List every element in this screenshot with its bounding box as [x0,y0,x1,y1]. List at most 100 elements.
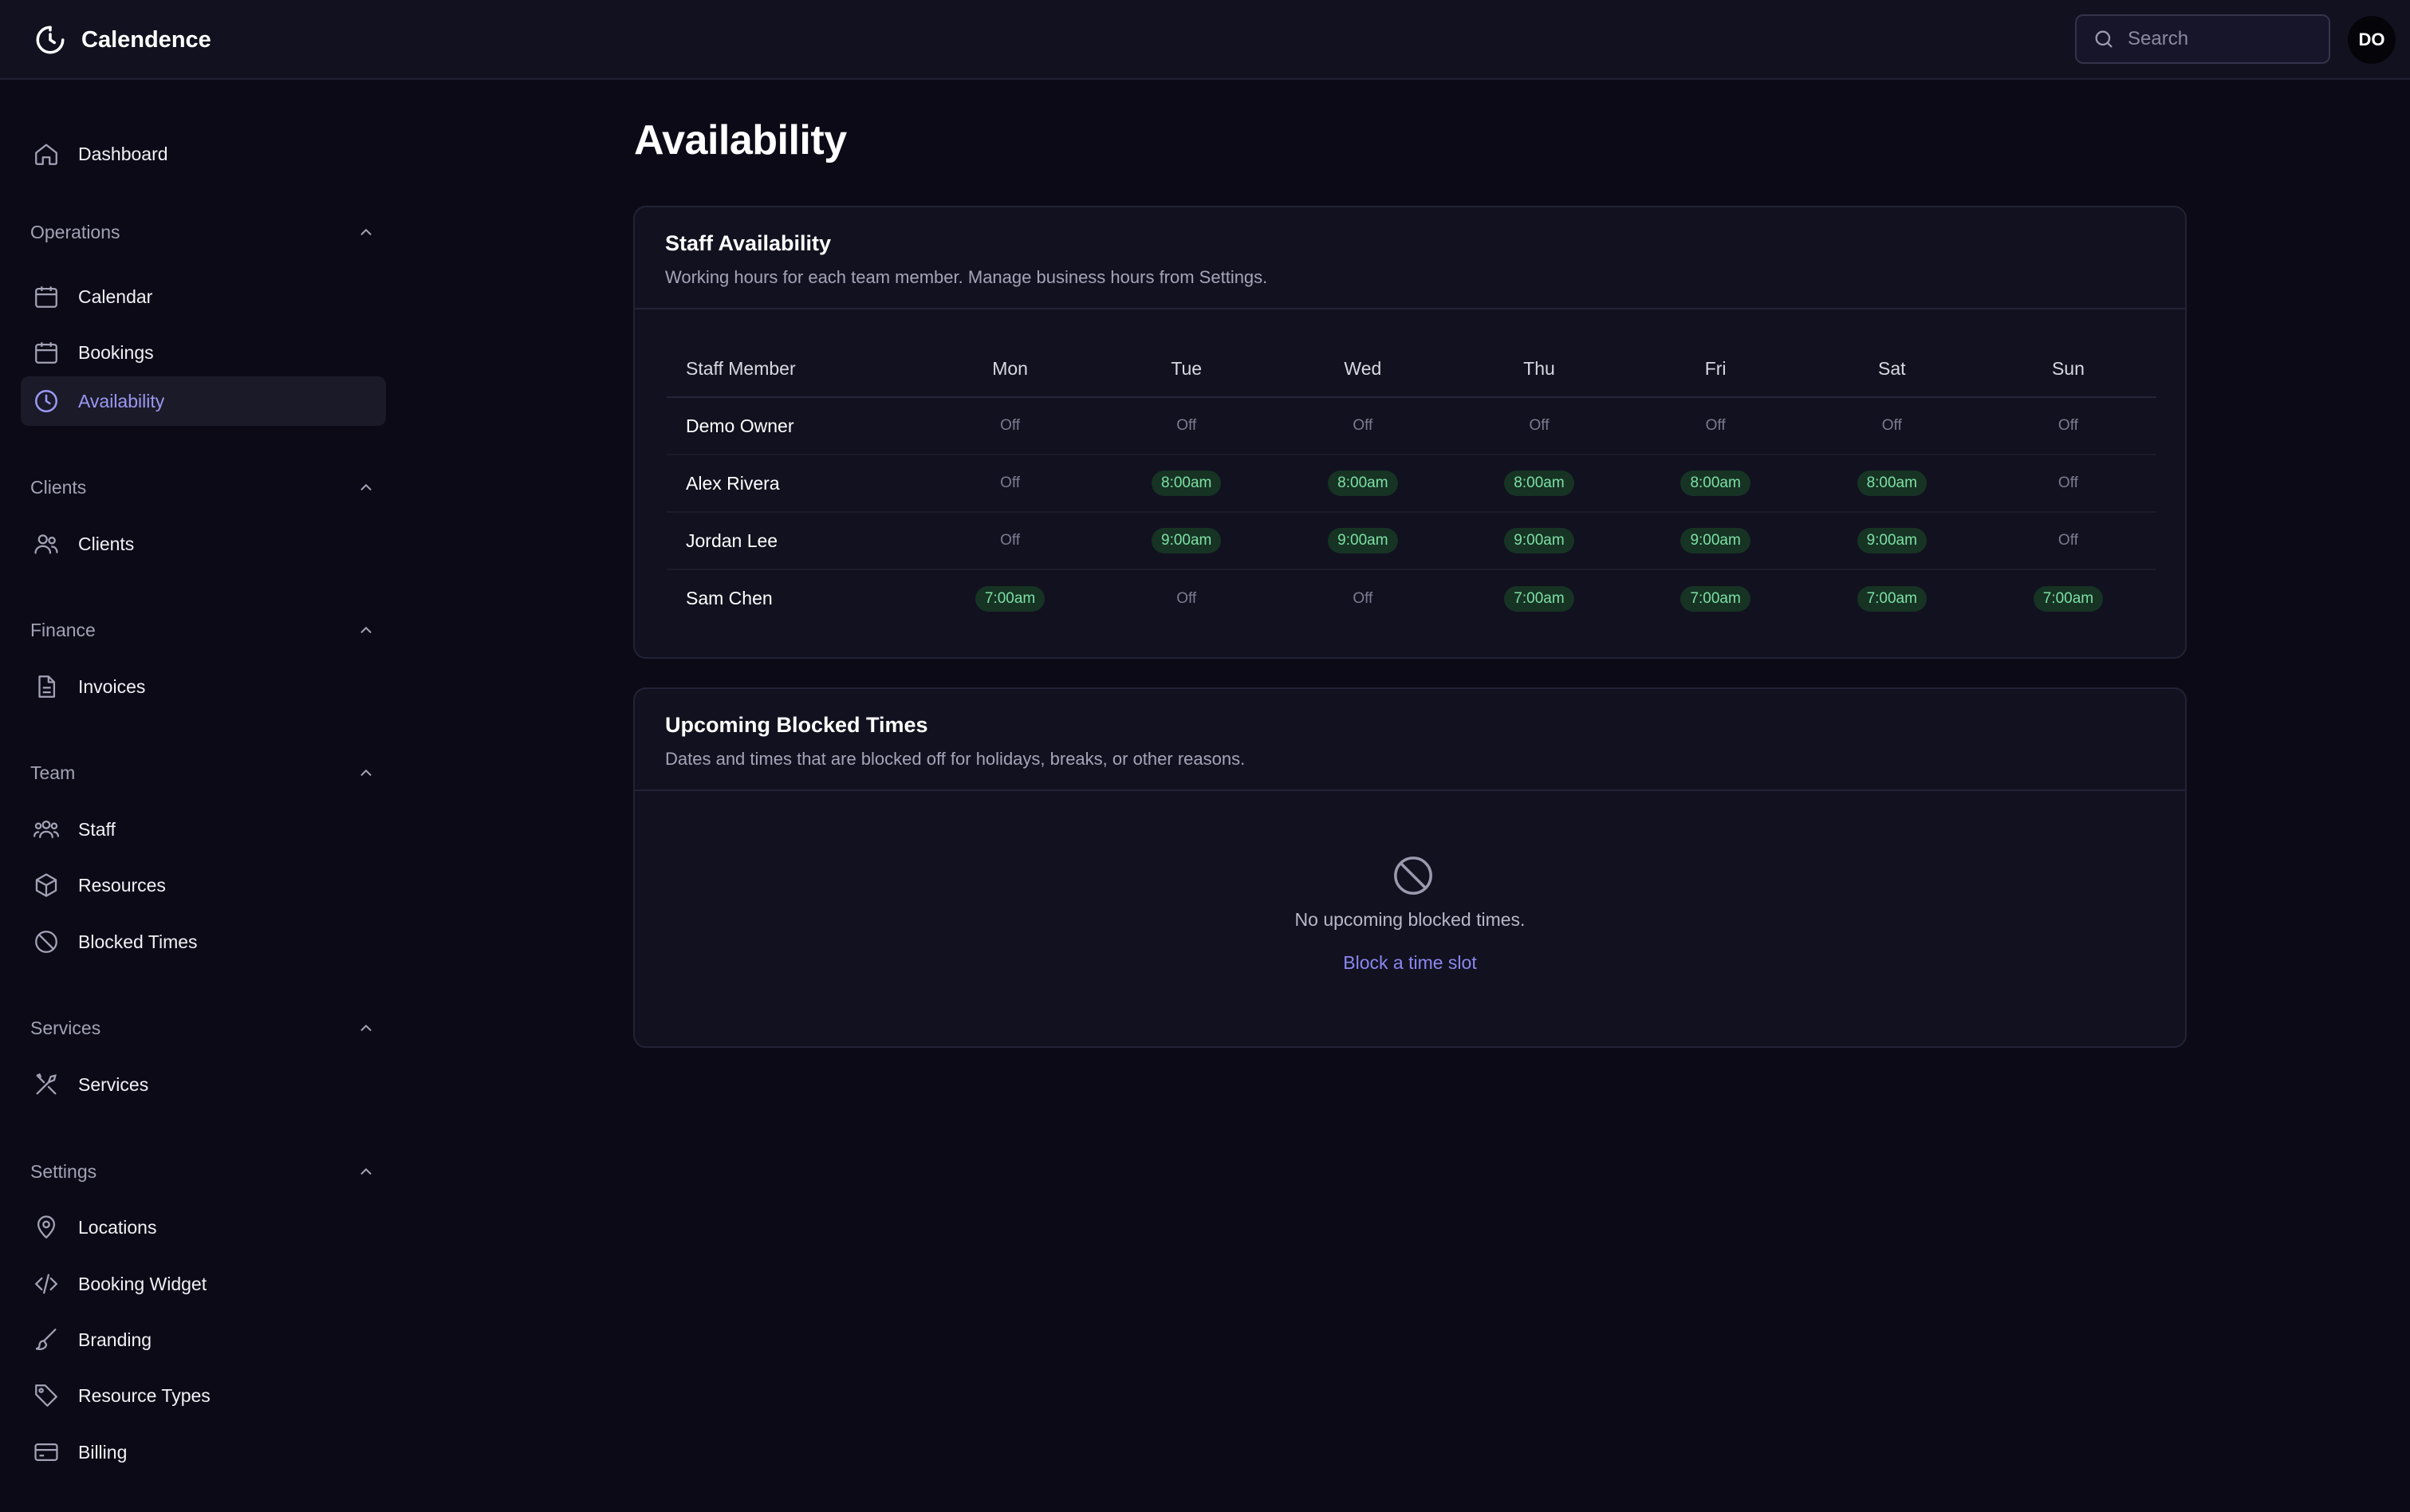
start-time-badge: 9:00am [1328,528,1398,553]
day-cell: Off [1098,397,1275,455]
credit-card-icon [32,1438,61,1467]
start-time-badge: 8:00am [1504,471,1574,496]
sidebar-item-label: Clients [78,533,135,554]
sidebar-item-resource-types[interactable]: Resource Types [21,1371,386,1420]
block-time-slot-link[interactable]: Block a time slot [635,952,2185,974]
day-cell: Off [1274,397,1451,455]
day-cell: 9:00am [1098,512,1275,570]
user-avatar[interactable]: DO [2348,16,2396,64]
section-settings[interactable]: Settings [30,1156,375,1187]
section-operations[interactable]: Operations [30,216,375,248]
start-time-badge: 8:00am [1680,471,1750,496]
tag-icon [32,1381,61,1410]
calendar-icon [32,338,61,367]
sidebar-item-branding[interactable]: Branding [21,1315,386,1364]
start-time-badge: 8:00am [1152,471,1222,496]
sidebar-item-label: Availability [78,390,165,411]
logo-icon [36,26,65,54]
section-title: Finance [30,619,96,640]
table-header-row: Staff Member Mon Tue Wed Thu Fri Sat Sun [667,341,2156,398]
sidebar-item-label: Resource Types [78,1384,211,1406]
off-label: Off [1881,417,1902,434]
section-team[interactable]: Team [30,757,375,789]
section-title: Settings [30,1160,97,1182]
chevron-up-icon [360,228,372,235]
off-label: Off [2058,532,2078,549]
column-header: Mon [922,341,1099,398]
start-time-badge: 8:00am [1328,471,1398,496]
app-name: Calendence [81,26,211,53]
availability-table: Staff Member Mon Tue Wed Thu Fri Sat Sun… [667,341,2156,627]
sidebar: Dashboard Operations Calendar Bookings A… [0,80,399,1512]
day-cell: 8:00am [1451,455,1628,513]
table-row: Jordan Lee Off 9:00am 9:00am 9:00am 9:00am 9:0… [667,512,2156,570]
tools-icon [32,1070,61,1099]
sidebar-item-bookings[interactable]: Bookings [21,328,386,377]
sidebar-item-billing[interactable]: Billing [21,1427,386,1477]
sidebar-item-dashboard[interactable]: Dashboard [21,129,386,179]
start-time-badge: 7:00am [1857,585,1927,612]
start-time-badge: 7:00am [1504,585,1574,612]
column-header: Fri [1627,341,1804,398]
start-time-badge: 9:00am [1504,528,1574,553]
day-cell: 8:00am [1803,455,1980,513]
search-box[interactable] [2075,14,2330,64]
sidebar-item-label: Services [78,1073,149,1095]
brand[interactable]: Calendence [33,19,211,61]
sidebar-item-availability[interactable]: Availability [21,376,386,426]
search-input[interactable] [2126,27,2317,51]
chevron-up-icon [360,769,372,776]
column-header: Tue [1098,341,1275,398]
card-subtitle: Dates and times that are blocked off for… [665,749,1246,769]
sidebar-item-clients[interactable]: Clients [21,519,386,569]
page-title: Availability [634,117,847,163]
staff-availability-card: Staff Availability Working hours for eac… [633,206,2187,659]
day-cell: 7:00am [1628,569,1804,627]
map-pin-icon [32,1213,61,1242]
day-cell: Off [922,397,1099,455]
day-cell: 9:00am [1627,512,1804,570]
start-time-badge: 8:00am [1857,471,1927,496]
off-label: Off [1529,417,1550,434]
sidebar-item-label: Resources [78,874,166,896]
day-cell: Off [1979,455,2156,513]
section-services[interactable]: Services [30,1012,375,1044]
day-cell: Off [1979,512,2156,570]
section-clients[interactable]: Clients [30,471,375,503]
sidebar-item-booking-widget[interactable]: Booking Widget [21,1259,386,1309]
day-cell: 7:00am [1804,569,1980,627]
off-label: Off [1000,417,1021,434]
off-label: Off [1176,589,1197,607]
column-header: Wed [1274,341,1451,398]
sidebar-item-blocked-times[interactable]: Blocked Times [21,917,386,967]
sidebar-item-invoices[interactable]: Invoices [21,662,386,711]
day-cell: 8:00am [1627,455,1804,513]
section-finance[interactable]: Finance [30,614,375,646]
sidebar-item-services[interactable]: Services [21,1060,386,1109]
off-label: Off [1000,474,1021,491]
home-icon [32,140,61,168]
sidebar-item-label: Staff [78,818,116,840]
chevron-up-icon [360,1024,372,1031]
sidebar-item-staff[interactable]: Staff [21,805,386,854]
start-time-badge: 7:00am [975,585,1046,612]
start-time-badge: 9:00am [1857,528,1927,553]
off-label: Off [1000,532,1021,549]
sidebar-item-label: Dashboard [78,143,168,164]
column-header: Staff Member [667,341,922,398]
day-cell: Off [1803,397,1980,455]
day-cell: 9:00am [1274,512,1451,570]
staff-name: Demo Owner [667,397,922,455]
users-icon [32,530,61,558]
day-cell: Off [1627,397,1804,455]
empty-state-text: No upcoming blocked times. [1294,909,1526,930]
sidebar-item-resources[interactable]: Resources [21,860,386,910]
day-cell: 8:00am [1274,455,1451,513]
sidebar-item-calendar[interactable]: Calendar [21,272,386,321]
cube-icon [32,871,61,900]
team-icon [32,815,61,844]
section-title: Clients [30,476,87,498]
off-label: Off [2058,474,2078,491]
sidebar-item-locations[interactable]: Locations [21,1203,386,1252]
brush-icon [32,1325,61,1354]
